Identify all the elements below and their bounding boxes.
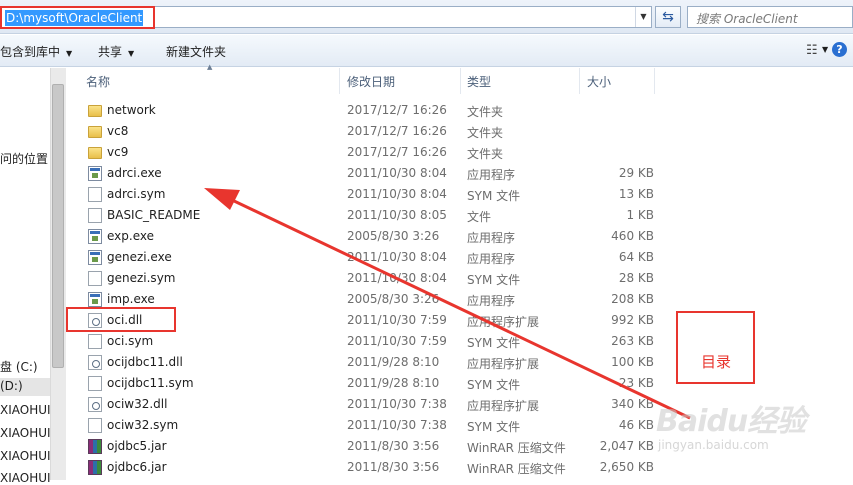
watermark-brand: Baidu经验 <box>656 404 806 439</box>
watermark-url: jingyan.baidu.com <box>658 438 769 452</box>
baidu-watermark-logo: Baidu经验 jingyan.baidu.com <box>656 392 846 462</box>
arrow-shaft <box>231 198 691 420</box>
arrow-head <box>204 188 240 210</box>
